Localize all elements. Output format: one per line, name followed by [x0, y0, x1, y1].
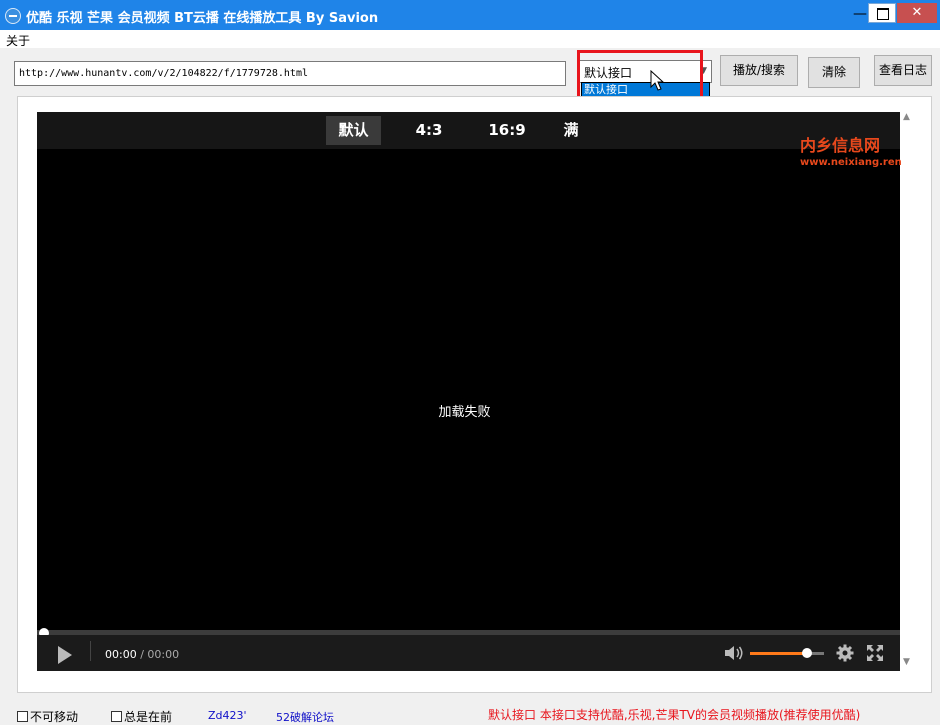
ratio-default-button[interactable]: 默认 — [326, 116, 381, 145]
scroll-up-icon[interactable]: ▲ — [903, 112, 910, 122]
watermark-url: www.neixiang.ren — [800, 157, 902, 168]
ratio-4-3-button[interactable]: 4:3 — [409, 116, 449, 145]
close-button[interactable]: ✕ — [897, 3, 937, 23]
checkbox-always-on-top[interactable]: 总是在前 — [111, 708, 173, 724]
scroll-down-icon[interactable]: ▼ — [903, 657, 910, 667]
watermark-title: 内乡信息网 — [800, 136, 881, 155]
chevron-down-icon: ▼ — [700, 66, 707, 76]
mouse-cursor-icon — [650, 70, 665, 91]
gear-icon[interactable] — [836, 644, 854, 662]
fullscreen-icon[interactable] — [866, 644, 884, 662]
ratio-16-9-button[interactable]: 16:9 — [485, 116, 529, 145]
volume-icon[interactable] — [724, 645, 744, 661]
app-icon — [5, 8, 21, 24]
window-title: 优酷 乐视 芒果 会员视频 BT云播 在线播放工具 By Savion — [26, 11, 379, 26]
maximize-button[interactable] — [868, 3, 896, 23]
dropdown-option[interactable]: 默认接口 — [582, 83, 709, 96]
forum-link[interactable]: 52破解论坛 — [276, 709, 334, 725]
url-input[interactable]: http://www.hunantv.com/v/2/104822/f/1779… — [14, 61, 566, 86]
control-bar: 00:00 / 00:00 — [37, 635, 900, 671]
clear-button[interactable]: 清除 — [808, 57, 860, 88]
volume-slider[interactable] — [750, 652, 824, 655]
time-total: / 00:00 — [136, 648, 180, 661]
load-fail-message: 加载失败 — [438, 405, 491, 420]
menu-bar: 关于 — [0, 30, 940, 48]
status-text: 默认接口 本接口支持优酷,乐视,芒果TV的会员视频播放(推荐使用优酷) — [488, 708, 861, 722]
control-divider — [90, 641, 91, 661]
aspect-ratio-bar: 默认 4:3 16:9 满 — [37, 112, 900, 149]
view-log-button[interactable]: 查看日志 — [874, 55, 932, 86]
checkbox-box[interactable] — [111, 711, 122, 722]
volume-level — [750, 652, 806, 655]
time-current: 00:00 — [105, 648, 137, 661]
checkbox-always-on-top-label: 总是在前 — [124, 710, 173, 724]
api-select-value: 默认接口 — [584, 66, 633, 80]
volume-knob[interactable] — [802, 648, 812, 658]
ratio-fill-button[interactable]: 满 — [561, 116, 581, 145]
checkbox-not-movable-label: 不可移动 — [30, 710, 79, 724]
time-display: 00:00 / 00:00 — [105, 648, 179, 661]
checkbox-not-movable[interactable]: 不可移动 — [17, 708, 79, 724]
title-bar: 优酷 乐视 芒果 会员视频 BT云播 在线播放工具 By Savion — ✕ — [0, 0, 940, 30]
api-select[interactable]: 默认接口 ▼ — [578, 60, 712, 83]
play-icon[interactable] — [58, 646, 72, 664]
menu-about[interactable]: 关于 — [6, 32, 30, 49]
video-player[interactable]: 默认 4:3 16:9 满 内乡信息网 www.neixiang.ren 加载失… — [37, 112, 902, 671]
watermark: 内乡信息网 www.neixiang.ren — [800, 132, 902, 168]
play-search-button[interactable]: 播放/搜索 — [720, 55, 798, 86]
author-link[interactable]: Zd423' — [208, 709, 247, 722]
checkbox-box[interactable] — [17, 711, 28, 722]
